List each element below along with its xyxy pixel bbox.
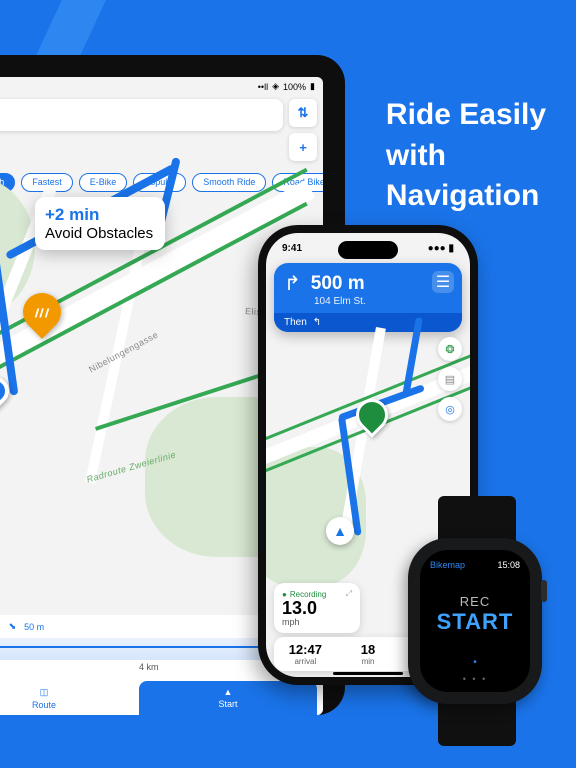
list-icon: ☰: [436, 272, 450, 292]
locate-button[interactable]: ◎: [438, 397, 462, 421]
status-icons: ●●● ▮: [428, 243, 454, 254]
chip-ebike[interactable]: E-Bike: [79, 173, 128, 192]
dynamic-island: [338, 241, 398, 259]
watch-screen[interactable]: Bikemap 15:08 REC START • • • •: [420, 550, 530, 692]
watch-device: Bikemap 15:08 REC START • • • •: [393, 496, 558, 746]
battery-icon: ▮: [310, 81, 315, 92]
marketing-headline: Ride Easily with Navigation: [386, 95, 546, 217]
recording-card[interactable]: ●Recording⤢ 13.0 mph: [274, 583, 360, 633]
layers-icon: ▤: [445, 373, 455, 386]
add-stop-button[interactable]: +: [289, 133, 317, 161]
watch-rec-label: REC: [420, 594, 530, 609]
chip-smooth[interactable]: Smooth Ride: [192, 173, 266, 192]
overview-button[interactable]: ◫ Route: [0, 681, 133, 715]
ipad-status-bar: ••ll ◈ 100% ▮: [258, 81, 315, 92]
cursor-icon: ▲: [333, 523, 347, 539]
watch-start-button[interactable]: START: [420, 609, 530, 635]
nav-icon: ▲: [224, 687, 233, 697]
nav-instruction-card[interactable]: ☰ ↱ 500 m 104 Elm St. Then ↰: [274, 263, 462, 332]
poi-button[interactable]: ❂: [438, 337, 462, 361]
route-callout[interactable]: +2 min Avoid Obstacles: [35, 197, 165, 250]
current-location: ▲: [326, 517, 354, 545]
plus-icon: +: [299, 140, 307, 155]
leaf-icon: ❂: [445, 343, 454, 356]
page-dots: • • •: [420, 674, 530, 684]
expand-icon: ⤢: [346, 589, 352, 599]
watch-status-bar: Bikemap 15:08: [430, 560, 520, 570]
turn-right-icon: ↱: [284, 271, 301, 296]
search-input[interactable]: [0, 99, 283, 131]
nav-menu-button[interactable]: ☰: [432, 271, 454, 293]
swap-route-button[interactable]: ⇅: [289, 99, 317, 127]
dot-icon: •: [420, 657, 530, 668]
locate-icon: ◎: [445, 403, 455, 416]
watch-crown[interactable]: [541, 580, 547, 602]
signal-icon: ••ll: [258, 82, 268, 92]
route-icon: ◫: [40, 687, 49, 698]
start-nav-button[interactable]: ▲ Start: [139, 681, 317, 715]
swap-icon: ⇅: [298, 105, 309, 121]
wifi-icon: ◈: [272, 81, 279, 92]
layers-button[interactable]: ▤: [438, 367, 462, 391]
descent-icon: ⬊: [9, 621, 17, 632]
